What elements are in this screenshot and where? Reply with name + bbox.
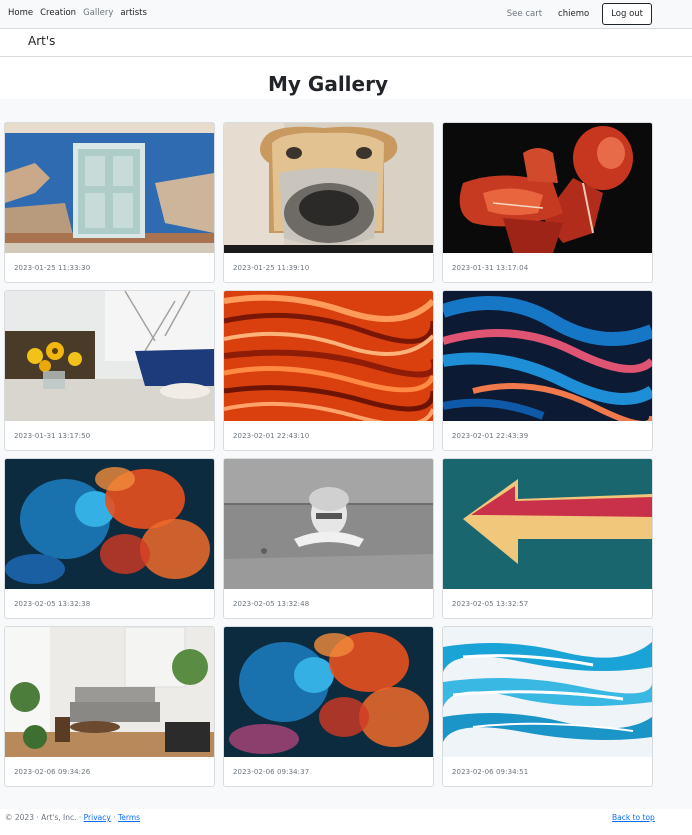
artwork-date: 2023-02-01 22:43:10 [233,432,310,440]
artwork-date: 2023-01-25 11:33:30 [14,264,91,272]
nav-home-link[interactable]: Home [8,8,33,18]
gallery-card[interactable]: 2023-02-06 09:34:37 [223,626,434,787]
gallery-card[interactable]: 2023-02-06 09:34:26 [4,626,215,787]
gallery-card[interactable]: 2023-01-25 11:33:30 [4,122,215,283]
gallery-grid: 2023-01-25 11:33:30 2023-01-25 11:39:10 [4,122,654,787]
artwork-date: 2023-02-05 13:32:48 [233,600,310,608]
artwork-image[interactable] [224,459,433,589]
artwork-date: 2023-01-31 13:17:50 [14,432,91,440]
gallery-card[interactable]: 2023-02-05 13:32:57 [442,458,653,619]
gallery-card[interactable]: 2023-01-31 13:17:04 [442,122,653,283]
footer: © 2023 · Art's, Inc. · Privacy · Terms B… [0,809,692,835]
terms-link[interactable]: Terms [118,813,140,822]
gallery-card[interactable]: 2023-02-05 13:32:48 [223,458,434,619]
footer-separator: · [113,813,116,822]
gallery-card[interactable]: 2023-02-05 13:32:38 [4,458,215,619]
artwork-image[interactable] [5,459,214,589]
gallery-card[interactable]: 2023-01-25 11:39:10 [223,122,434,283]
logout-button[interactable]: Log out [602,3,652,25]
artwork-date: 2023-02-05 13:32:38 [14,600,91,608]
gallery-card[interactable]: 2023-02-01 22:43:10 [223,290,434,451]
artwork-date: 2023-02-01 22:43:39 [452,432,529,440]
top-navbar: Home Creation Gallery artists See cart c… [0,0,692,29]
brand-logo[interactable]: Art's [28,34,55,48]
artwork-date: 2023-02-06 09:34:26 [14,768,91,776]
privacy-link[interactable]: Privacy [84,813,111,822]
username-label[interactable]: chiemo [558,9,589,19]
artwork-image[interactable] [443,291,652,421]
copyright-text: © 2023 · Art's, Inc. · [5,813,82,822]
footer-left: © 2023 · Art's, Inc. · Privacy · Terms [5,813,140,822]
footer-right: Back to top [612,813,655,822]
artwork-date: 2023-01-31 13:17:04 [452,264,529,272]
nav-gallery-link[interactable]: Gallery [83,8,113,18]
nav-links: Home Creation Gallery artists [8,8,154,18]
artwork-image[interactable] [5,291,214,421]
artwork-date: 2023-02-06 09:34:37 [233,768,310,776]
page-title: My Gallery [268,72,388,96]
gallery-card[interactable]: 2023-01-31 13:17:50 [4,290,215,451]
artwork-image[interactable] [443,123,652,253]
nav-user-area: See cart chiemo Log out [507,3,652,25]
artwork-date: 2023-01-25 11:39:10 [233,264,310,272]
artwork-image[interactable] [224,291,433,421]
gallery-card[interactable]: 2023-02-06 09:34:51 [442,626,653,787]
page-header: My Gallery [0,57,692,99]
artwork-image[interactable] [443,459,652,589]
artwork-image[interactable] [224,627,433,757]
gallery-card[interactable]: 2023-02-01 22:43:39 [442,290,653,451]
artwork-date: 2023-02-05 13:32:57 [452,600,529,608]
nav-artists-link[interactable]: artists [120,8,147,18]
see-cart-link[interactable]: See cart [507,9,542,19]
back-to-top-link[interactable]: Back to top [612,813,655,822]
brand-bar: Art's [0,29,692,57]
artwork-image[interactable] [443,627,652,757]
artwork-image[interactable] [5,627,214,757]
artwork-date: 2023-02-06 09:34:51 [452,768,529,776]
artwork-image[interactable] [224,123,433,253]
nav-creation-link[interactable]: Creation [40,8,76,18]
artwork-image[interactable] [5,123,214,253]
